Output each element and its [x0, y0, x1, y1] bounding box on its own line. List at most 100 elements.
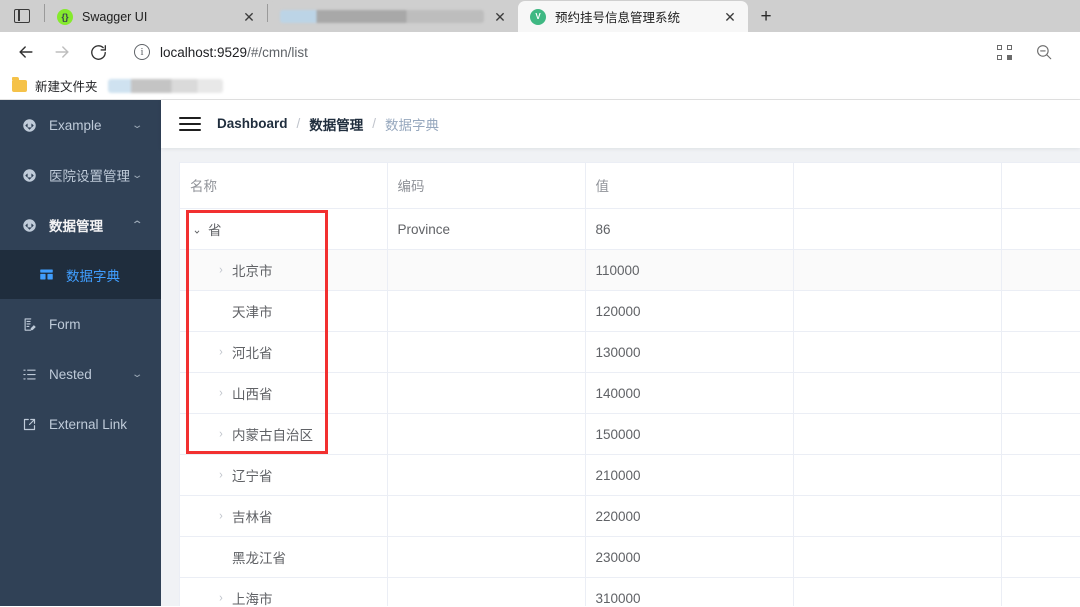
sidebar-item-hospital-settings[interactable]: 医院设置管理 ⌄: [0, 150, 161, 200]
row-value: 120000: [585, 290, 794, 333]
sidebar-item-example[interactable]: Example ⌄: [0, 100, 161, 150]
hamburger-icon[interactable]: [179, 113, 201, 135]
row-create-time: 2020-06-23 15: [1001, 331, 1080, 374]
chevron-down-icon: ⌄: [130, 169, 143, 181]
tree-cell: › 河北省: [190, 342, 377, 362]
tab-list-icon: [14, 9, 30, 23]
sidebar-item-data-dictionary[interactable]: 数据字典: [0, 250, 161, 299]
chevron-up-icon: ⌃: [130, 219, 143, 231]
column-header-create-time[interactable]: 创建时间: [1001, 162, 1080, 210]
tab-close-icon[interactable]: ✕: [239, 7, 259, 27]
row-code: [387, 413, 586, 456]
table-row[interactable]: ›天津市 120000 2020-06-23 15: [180, 290, 1080, 333]
column-header-name[interactable]: 名称: [180, 162, 388, 210]
url-text: localhost:9529/#/cmn/list: [160, 45, 308, 60]
tab-close-icon[interactable]: ✕: [490, 7, 510, 27]
row-name: 河北省: [232, 346, 273, 362]
app-header: Dashboard / 数据管理 / 数据字典: [161, 100, 1080, 148]
dot-circle-icon: [20, 168, 38, 183]
address-bar[interactable]: i localhost:9529/#/cmn/list: [124, 37, 989, 67]
chevron-right-icon[interactable]: ›: [214, 591, 228, 604]
tree-cell: › 辽宁省: [190, 465, 377, 485]
row-blank: [793, 454, 1002, 497]
chevron-right-icon[interactable]: ›: [214, 345, 228, 358]
row-value: 140000: [585, 372, 794, 415]
table-row[interactable]: › 吉林省 220000 2020-06-23 15: [180, 495, 1080, 538]
column-header-code[interactable]: 编码: [387, 162, 586, 210]
row-value: 130000: [585, 331, 794, 374]
row-value: 86: [585, 208, 794, 251]
sidebar-item-form[interactable]: Form: [0, 299, 161, 349]
browser-tab-swagger[interactable]: {} Swagger UI ✕: [45, 1, 267, 32]
row-create-time: 2020-06-23 15: [1001, 290, 1080, 333]
chevron-down-icon[interactable]: ⌄: [190, 222, 204, 236]
browser-tab-active[interactable]: V 预约挂号信息管理系统 ✕: [518, 1, 748, 32]
row-value: 220000: [585, 495, 794, 538]
sidebar-item-label: External Link: [49, 416, 128, 432]
back-button[interactable]: [10, 36, 42, 68]
chevron-right-icon[interactable]: ›: [214, 386, 228, 399]
row-name: 辽宁省: [232, 469, 273, 485]
row-create-time: 2020-06-23 15: [1001, 495, 1080, 538]
row-value: 150000: [585, 413, 794, 456]
dot-circle-icon: [20, 218, 38, 233]
table-row[interactable]: ⌄省 Province 86 2019-06-10 10: [180, 208, 1080, 251]
chevron-right-icon[interactable]: ›: [214, 427, 228, 440]
chevron-right-icon[interactable]: ›: [214, 468, 228, 481]
qr-code-icon[interactable]: [997, 44, 1012, 60]
table-row[interactable]: › 上海市 310000 2020-06-23 15: [180, 577, 1080, 606]
table-row[interactable]: › 内蒙古自治区 150000 2020-06-23 15: [180, 413, 1080, 456]
row-blank: [793, 413, 1002, 456]
bookmark-folder-label[interactable]: 新建文件夹: [35, 76, 98, 95]
sidebar-item-data-management[interactable]: 数据管理 ⌃: [0, 200, 161, 250]
tree-cell: ›天津市: [190, 301, 377, 321]
zoom-out-icon[interactable]: [1028, 36, 1060, 68]
tree-cell: ⌄ 省: [190, 219, 377, 239]
site-info-icon[interactable]: i: [134, 44, 150, 60]
row-create-time: 2020-06-23 15: [1001, 413, 1080, 456]
breadcrumb-item-data-management[interactable]: 数据管理: [309, 114, 363, 134]
tab-close-icon[interactable]: ✕: [720, 7, 740, 27]
new-tab-button[interactable]: +: [748, 2, 784, 32]
sidebar-item-label: Example: [49, 117, 102, 133]
breadcrumb: Dashboard / 数据管理 / 数据字典: [217, 114, 439, 134]
table-grid-icon: [37, 267, 55, 282]
browser-tab-redacted[interactable]: ✕: [268, 1, 518, 32]
breadcrumb-item-dashboard[interactable]: Dashboard: [217, 116, 288, 131]
row-create-time: 2020-06-23 15: [1001, 249, 1080, 292]
row-blank: [793, 536, 1002, 579]
table-row[interactable]: › 山西省 140000 2020-06-23 15: [180, 372, 1080, 415]
chevron-right-icon[interactable]: ›: [214, 263, 228, 276]
column-header-value[interactable]: 值: [585, 162, 794, 210]
reload-button[interactable]: [82, 36, 114, 68]
row-blank: [793, 577, 1002, 606]
tab-title: 预约挂号信息管理系统: [555, 11, 681, 25]
url-path: /#/cmn/list: [247, 44, 308, 60]
sidebar-item-label: 医院设置管理: [49, 169, 130, 184]
row-create-time: 2019-06-10 10: [1001, 208, 1080, 251]
chevron-right-icon[interactable]: ›: [214, 509, 228, 522]
row-value: 310000: [585, 577, 794, 606]
table-row[interactable]: › 北京市 110000 2020-06-23 15: [180, 249, 1080, 292]
table-row[interactable]: › 河北省 130000 2020-06-23 15: [180, 331, 1080, 374]
sidebar-item-external-link[interactable]: External Link: [0, 399, 161, 449]
table-row[interactable]: ›黑龙江省 230000 2020-06-23 15: [180, 536, 1080, 579]
tab-search-button[interactable]: [0, 0, 44, 32]
row-value: 230000: [585, 536, 794, 579]
row-code: [387, 495, 586, 538]
content-area: Dashboard / 数据管理 / 数据字典 名称 编码 值 ⌄ 省 Prov…: [161, 100, 1080, 606]
row-blank: [793, 331, 1002, 374]
forward-button[interactable]: [46, 36, 78, 68]
row-name: 北京市: [232, 264, 273, 280]
row-create-time: 2020-06-23 15: [1001, 372, 1080, 415]
row-name: 省: [208, 223, 222, 239]
row-blank: [793, 495, 1002, 538]
tree-cell: › 内蒙古自治区: [190, 424, 377, 444]
data-table-container: 名称 编码 值 创建时间 ⌄省 Province 86: [179, 161, 1080, 606]
sidebar-item-nested[interactable]: Nested ⌄: [0, 349, 161, 399]
row-name: 内蒙古自治区: [232, 428, 313, 444]
tree-cell: › 上海市: [190, 588, 377, 606]
chevron-down-icon: ⌄: [130, 119, 143, 131]
row-code: [387, 536, 586, 579]
table-row[interactable]: › 辽宁省 210000 2020-06-23 15: [180, 454, 1080, 497]
